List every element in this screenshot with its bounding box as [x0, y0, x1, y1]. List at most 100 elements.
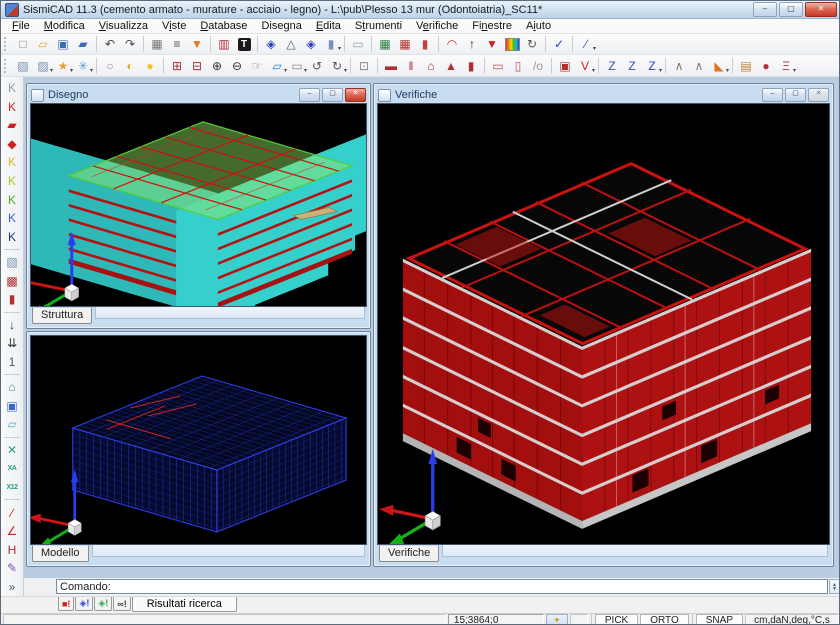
combo-green-icon[interactable]: K [2, 190, 22, 209]
struttura-viewport[interactable] [30, 103, 367, 307]
plumb-icon[interactable]: ▼ [187, 34, 207, 54]
dropdown-arrow-icon[interactable]: ▾ [90, 67, 93, 74]
check-icon[interactable]: ✓ [549, 34, 569, 54]
shaded-new-icon[interactable]: ▨▾ [33, 56, 53, 76]
combo-navy-icon[interactable]: K [2, 227, 22, 246]
slab-red-icon[interactable]: ▰ [2, 116, 22, 135]
snap-toggle[interactable]: SNAP [696, 614, 743, 625]
new-icon[interactable]: □ [13, 34, 33, 54]
check-warnings-tab[interactable]: ◈! [94, 597, 112, 611]
menu-disegna[interactable]: Disegna [254, 20, 308, 32]
menu-verifiche[interactable]: Verifiche [409, 20, 465, 32]
roof-icon[interactable]: ▲ [441, 56, 461, 76]
combo-red-icon[interactable]: K [2, 98, 22, 117]
disegno-close-button[interactable]: ✕ [345, 88, 366, 102]
solid-box-icon[interactable]: ▧ [2, 253, 22, 272]
menu-database[interactable]: Database [193, 20, 254, 32]
axonometry-go-icon[interactable]: ◈ [301, 34, 321, 54]
combo-yellow-icon[interactable]: K [2, 153, 22, 172]
foundation-icon[interactable]: ▬ [381, 56, 401, 76]
diamond-red-icon[interactable]: ◆ [2, 135, 22, 154]
lamp-off-icon[interactable]: ○ [100, 56, 120, 76]
window-blue-icon[interactable]: ▣ [2, 397, 22, 416]
menu-visualizza[interactable]: Visualizza [92, 20, 155, 32]
menu-viste[interactable]: Viste [155, 20, 193, 32]
orto-toggle[interactable]: ORTO [640, 614, 689, 625]
timber-icon[interactable]: ◣▾ [709, 56, 729, 76]
lamp-on-icon[interactable]: ● [140, 56, 160, 76]
tank-icon[interactable]: ▮ [461, 56, 481, 76]
verifiche-maximize-button[interactable]: ▢ [785, 88, 806, 102]
section-line-icon[interactable]: ∕▾ [576, 34, 596, 54]
copy-icon[interactable]: ▱ [2, 415, 22, 434]
pan-icon[interactable]: ☞ [247, 56, 267, 76]
modello-window[interactable]: Modello [26, 331, 371, 567]
disegno-title-bar[interactable]: Disegno – ▢ ✕ [30, 87, 367, 103]
tab-struttura[interactable]: Struttura [32, 307, 92, 324]
faces-icon[interactable]: ▭▾ [287, 56, 307, 76]
x-text-icon[interactable]: XA [2, 459, 22, 478]
sheet-one-icon[interactable]: 1 [2, 353, 22, 372]
toolbar-grip[interactable] [4, 37, 9, 51]
rotate-sheet-icon[interactable]: ↻ [522, 34, 542, 54]
whiteboard-icon[interactable]: ▭ [348, 34, 368, 54]
command-history-spinner[interactable]: ▲▼ [829, 579, 840, 594]
steel-x2-icon[interactable]: Z [622, 56, 642, 76]
verifiche-window[interactable]: Verifiche – ▢ ✕ [373, 83, 834, 567]
line-red-icon[interactable]: ∕ [2, 503, 22, 522]
verifiche-close-button[interactable]: ✕ [808, 88, 829, 102]
menu-aiuto[interactable]: Aiuto [519, 20, 558, 32]
view-snapshot-button[interactable]: ✦ [546, 614, 568, 625]
shaded-view-icon[interactable]: ▧ [13, 56, 33, 76]
overflow-chevron-icon[interactable]: » [2, 578, 22, 597]
tab-modello[interactable]: Modello [32, 545, 89, 562]
vibration-icon[interactable]: ▩ [2, 271, 22, 290]
perspective-icon[interactable]: △ [281, 34, 301, 54]
tab-verifiche[interactable]: Verifiche [379, 545, 439, 562]
dropdown-arrow-icon[interactable]: ▾ [793, 67, 796, 74]
axonometry-icon[interactable]: ◈ [261, 34, 281, 54]
deck-icon[interactable]: Ξ▾ [776, 56, 796, 76]
table-check-icon[interactable]: ▦ [375, 34, 395, 54]
arrows-down-icon[interactable]: ⇊ [2, 334, 22, 353]
slash-o-icon[interactable]: /o [528, 56, 548, 76]
levels-icon[interactable]: ≡ [167, 34, 187, 54]
wedge-icon[interactable]: ▼ [482, 34, 502, 54]
table-bars-icon[interactable]: ▦ [395, 34, 415, 54]
steel-x1-icon[interactable]: Z [602, 56, 622, 76]
x-teal-icon[interactable]: ✕ [2, 441, 22, 460]
layer-icon[interactable]: ▱▾ [267, 56, 287, 76]
snow-icon[interactable]: ✳▾ [73, 56, 93, 76]
close-button[interactable]: ✕ [805, 2, 837, 17]
disegno-maximize-button[interactable]: ▢ [322, 88, 343, 102]
redo-icon[interactable]: ↷ [120, 34, 140, 54]
roof-teal-icon[interactable]: ⌂ [2, 378, 22, 397]
toolbar-grip[interactable] [4, 59, 9, 73]
open-icon[interactable]: ▱ [33, 34, 53, 54]
panel-red-icon[interactable]: ▣ [555, 56, 575, 76]
dropdown-arrow-icon[interactable]: ▾ [592, 67, 595, 74]
star-view-icon[interactable]: ★▾ [53, 56, 73, 76]
dropdown-arrow-icon[interactable]: ▾ [344, 67, 347, 74]
orbit-icon[interactable]: ↺ [307, 56, 327, 76]
truss-icon[interactable]: ∧ [669, 56, 689, 76]
title-bar[interactable]: SismiCAD 11.3 (cemento armato - murature… [1, 1, 840, 19]
masonry-icon[interactable]: ⌂ [421, 56, 441, 76]
text-icon[interactable]: T [234, 34, 254, 54]
lamp-dim-icon[interactable]: ◐ [120, 56, 140, 76]
gradient-icon[interactable] [502, 34, 522, 54]
truss-2-icon[interactable]: ∧ [689, 56, 709, 76]
verify-icon[interactable]: V▾ [575, 56, 595, 76]
zoom-out-icon[interactable]: ⊖ [227, 56, 247, 76]
menu-file[interactable]: File [5, 20, 37, 32]
dropdown-arrow-icon[interactable]: ▾ [726, 67, 729, 74]
codes-icon[interactable]: ▦ [147, 34, 167, 54]
arrow-down-icon[interactable]: ↓ [2, 316, 22, 335]
search-results-tab[interactable]: ∞! [113, 597, 130, 611]
verifiche-viewport[interactable] [377, 103, 830, 545]
x-dim-icon[interactable]: X12 [2, 478, 22, 497]
section-h-icon[interactable]: H [2, 540, 22, 559]
render-icon[interactable]: ▮▾ [321, 34, 341, 54]
find-icon[interactable]: ⊡ [354, 56, 374, 76]
zoom-previous-icon[interactable]: ⊟ [187, 56, 207, 76]
